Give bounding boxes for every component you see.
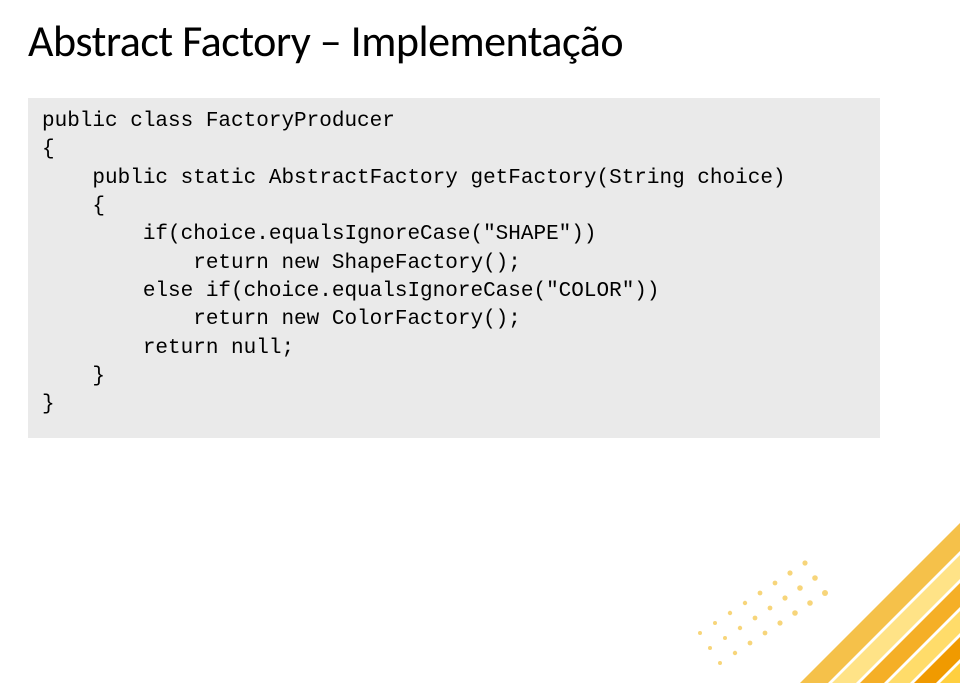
code-line: public static AbstractFactory getFactory… <box>42 167 786 190</box>
code-line: } <box>42 393 55 416</box>
code-line: if(choice.equalsIgnoreCase("SHAPE")) <box>42 223 597 246</box>
code-line: return new ShapeFactory(); <box>42 252 521 275</box>
code-line: return null; <box>42 337 294 360</box>
code-line: public class FactoryProducer <box>42 110 395 133</box>
code-line: { <box>42 195 105 218</box>
slide: Abstract Factory – Implementação public … <box>0 0 960 683</box>
code-line: { <box>42 138 55 161</box>
code-line: else if(choice.equalsIgnoreCase("COLOR")… <box>42 280 660 303</box>
slide-title: Abstract Factory – Implementação <box>28 14 623 68</box>
code-line: } <box>42 365 105 388</box>
code-line: return new ColorFactory(); <box>42 308 521 331</box>
code-content: public class FactoryProducer { public st… <box>42 108 866 420</box>
code-block: public class FactoryProducer { public st… <box>28 98 880 438</box>
